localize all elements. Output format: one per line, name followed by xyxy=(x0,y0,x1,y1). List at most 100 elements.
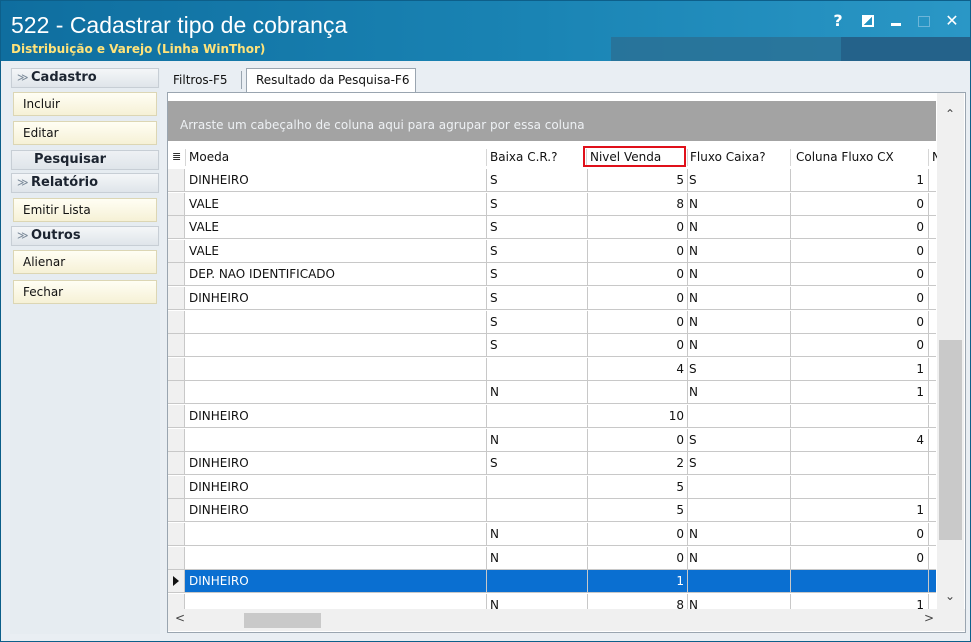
table-row[interactable]: S0N0 xyxy=(168,334,936,357)
cell-baixa[interactable]: S xyxy=(490,216,584,238)
cell-baixa[interactable]: S xyxy=(490,334,584,356)
cell-nivel-venda[interactable]: 0 xyxy=(588,334,684,356)
cell-nivel-venda[interactable]: 0 xyxy=(588,287,684,309)
column-chooser-icon[interactable]: ≣ xyxy=(172,145,184,168)
table-row[interactable]: VALE S 0 N 0 xyxy=(168,240,936,263)
cell-baixa[interactable]: N xyxy=(490,523,584,545)
cell-moeda[interactable]: VALE xyxy=(189,240,479,262)
emitir-lista-button[interactable]: Emitir Lista xyxy=(13,198,157,222)
cell-fluxo-caixa[interactable]: N xyxy=(689,381,787,403)
cell-fluxo-caixa[interactable]: N xyxy=(689,216,787,238)
cell-coluna-fluxo[interactable]: 0 xyxy=(793,263,924,285)
scroll-left-icon[interactable]: < xyxy=(175,611,185,625)
cell-coluna-fluxo[interactable]: 0 xyxy=(793,193,924,215)
table-row[interactable]: N0N0 xyxy=(168,547,936,570)
cell-coluna-fluxo[interactable] xyxy=(793,405,924,427)
cell-coluna-fluxo[interactable] xyxy=(793,452,924,474)
cell-fluxo-caixa[interactable]: N xyxy=(689,193,787,215)
cell-nivel-venda[interactable]: 8 xyxy=(588,193,684,215)
table-row[interactable]: S0N0 xyxy=(168,311,936,334)
cell-fluxo-caixa[interactable]: N xyxy=(689,334,787,356)
cell-nivel-venda[interactable]: 0 xyxy=(588,547,684,569)
cell-nivel-venda[interactable]: 0 xyxy=(588,216,684,238)
row-indicator[interactable] xyxy=(168,334,185,356)
row-indicator[interactable] xyxy=(168,570,185,592)
cell-baixa[interactable]: N xyxy=(490,547,584,569)
table-row[interactable]: DINHEIRO S 5 S 1 xyxy=(168,169,936,192)
editar-button[interactable]: Editar xyxy=(13,121,157,145)
cell-nivel-venda[interactable]: 0 xyxy=(588,311,684,333)
vertical-scroll-thumb[interactable] xyxy=(939,340,962,540)
cell-fluxo-caixa[interactable]: S xyxy=(689,429,787,451)
cell-fluxo-caixa[interactable]: N xyxy=(689,263,787,285)
row-indicator[interactable] xyxy=(168,240,185,262)
cell-baixa[interactable]: S xyxy=(490,287,584,309)
cell-nivel-venda[interactable]: 5 xyxy=(588,499,684,521)
cell-baixa[interactable]: S xyxy=(490,169,584,191)
cell-fluxo-caixa[interactable]: N xyxy=(689,287,787,309)
table-row[interactable]: 4S1 xyxy=(168,358,936,381)
cell-baixa[interactable] xyxy=(490,499,584,521)
group-cadastro[interactable]: ≫ Cadastro xyxy=(11,68,159,88)
cell-coluna-fluxo[interactable]: 0 xyxy=(793,523,924,545)
cell-baixa[interactable]: S xyxy=(490,311,584,333)
cell-moeda[interactable]: DEP. NAO IDENTIFICADO xyxy=(189,263,479,285)
scroll-right-icon[interactable]: > xyxy=(924,611,934,625)
table-row[interactable]: N0N0 xyxy=(168,523,936,546)
column-header-fluxo-caixa[interactable]: Fluxo Caixa? xyxy=(690,145,788,168)
cell-moeda[interactable]: DINHEIRO xyxy=(189,452,479,474)
row-indicator[interactable] xyxy=(168,287,185,309)
cell-moeda[interactable]: DINHEIRO xyxy=(189,405,479,427)
table-row[interactable]: NN1 xyxy=(168,381,936,404)
cell-coluna-fluxo[interactable]: 0 xyxy=(793,311,924,333)
cell-coluna-fluxo[interactable]: 1 xyxy=(793,358,924,380)
cell-nivel-venda[interactable]: 5 xyxy=(588,169,684,191)
cell-nivel-venda[interactable] xyxy=(588,381,684,403)
vertical-scrollbar[interactable]: ⌃ ⌄ xyxy=(937,93,964,613)
row-indicator[interactable] xyxy=(168,499,185,521)
cell-baixa[interactable] xyxy=(490,570,584,592)
cell-nivel-venda[interactable]: 0 xyxy=(588,263,684,285)
cell-coluna-fluxo[interactable] xyxy=(793,570,924,592)
row-indicator[interactable] xyxy=(168,429,185,451)
row-indicator[interactable] xyxy=(168,358,185,380)
cell-fluxo-caixa[interactable]: N xyxy=(689,523,787,545)
cell-moeda[interactable]: DINHEIRO xyxy=(189,476,479,498)
cell-coluna-fluxo[interactable]: 0 xyxy=(793,334,924,356)
cell-moeda[interactable]: DINHEIRO xyxy=(189,570,479,592)
cell-moeda[interactable]: VALE xyxy=(189,216,479,238)
close-button[interactable]: ✕ xyxy=(941,11,963,31)
row-indicator[interactable] xyxy=(168,193,185,215)
cell-nivel-venda[interactable]: 4 xyxy=(588,358,684,380)
cell-moeda[interactable]: DINHEIRO xyxy=(189,287,479,309)
column-header-baixa[interactable]: Baixa C.R.? xyxy=(490,145,584,168)
table-row[interactable]: VALE S 0 N 0 xyxy=(168,216,936,239)
cell-moeda[interactable] xyxy=(189,547,479,569)
cell-nivel-venda[interactable]: 2 xyxy=(588,452,684,474)
cell-nivel-venda[interactable]: 10 xyxy=(588,405,684,427)
cell-baixa[interactable]: S xyxy=(490,452,584,474)
cell-nivel-venda[interactable]: 0 xyxy=(588,429,684,451)
table-row[interactable]: DINHEIRO 5 xyxy=(168,476,936,499)
cell-coluna-fluxo[interactable]: 0 xyxy=(793,547,924,569)
tab-filtros[interactable]: Filtros-F5 xyxy=(167,70,245,90)
row-indicator[interactable] xyxy=(168,169,185,191)
row-indicator[interactable] xyxy=(168,216,185,238)
cell-baixa[interactable] xyxy=(490,405,584,427)
maximize-button[interactable] xyxy=(913,11,935,31)
horizontal-scrollbar[interactable]: < > xyxy=(168,609,965,631)
cell-coluna-fluxo[interactable]: 4 xyxy=(793,429,924,451)
cell-nivel-venda[interactable]: 0 xyxy=(588,523,684,545)
table-row[interactable]: DINHEIRO S 2 S xyxy=(168,452,936,475)
tab-resultado-pesquisa[interactable]: Resultado da Pesquisa-F6 xyxy=(246,68,416,92)
cell-baixa[interactable]: S xyxy=(490,240,584,262)
group-by-panel[interactable]: Arraste um cabeçalho de coluna aqui para… xyxy=(168,101,936,141)
cell-baixa[interactable] xyxy=(490,358,584,380)
group-relatorio[interactable]: ≫ Relatório xyxy=(11,173,159,193)
table-row[interactable]: DINHEIRO 1 xyxy=(168,570,936,593)
horizontal-scroll-thumb[interactable] xyxy=(244,613,321,628)
incluir-button[interactable]: Incluir xyxy=(13,92,157,116)
cell-coluna-fluxo[interactable]: 1 xyxy=(793,499,924,521)
group-outros[interactable]: ≫ Outros xyxy=(11,226,159,246)
column-header-coluna-fluxo[interactable]: Coluna Fluxo CX xyxy=(796,145,926,168)
